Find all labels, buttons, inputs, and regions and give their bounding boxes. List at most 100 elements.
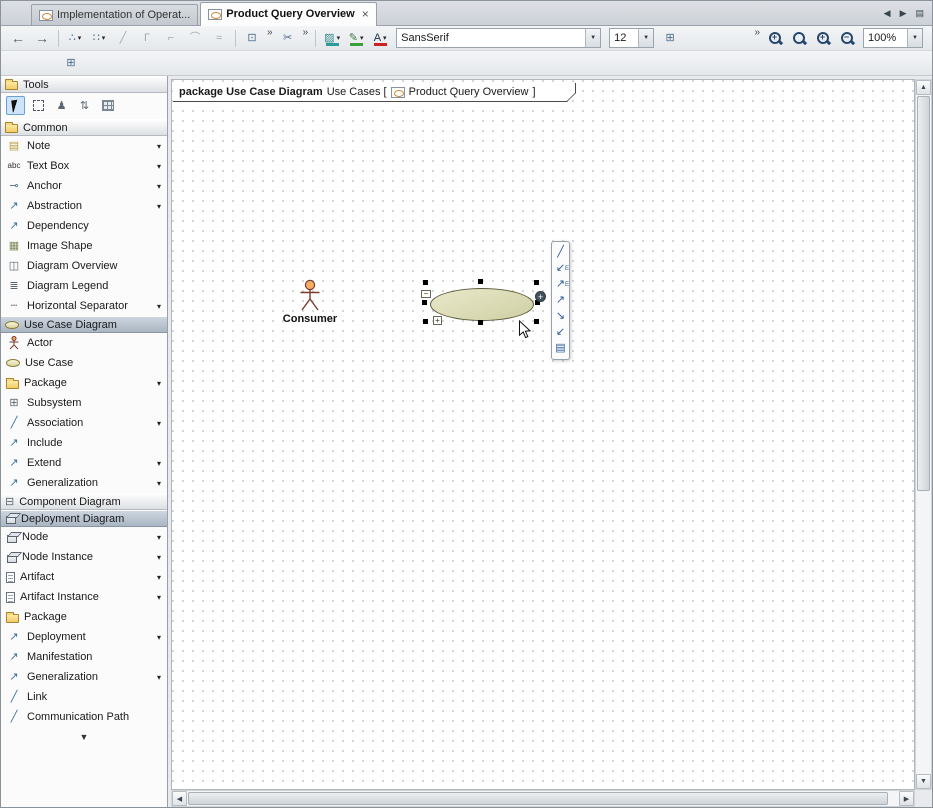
font-color-button[interactable]: A▾ [369,28,391,49]
next-tab-button[interactable]: ▶ [900,8,907,19]
palette-item-dependency[interactable]: ↗Dependency [1,216,167,236]
palette-item-text-box[interactable]: abcText Box▾ [1,156,167,176]
scroll-up-button[interactable]: ▲ [916,80,931,95]
chevron-down-icon[interactable]: ▾ [157,182,164,191]
previous-tab-button[interactable]: ◀ [884,8,891,19]
chevron-down-icon[interactable]: ▾ [157,673,164,682]
quick-shape-button[interactable]: ∴▾ [64,28,86,49]
palette-item-use-case[interactable]: Use Case [1,353,167,373]
draw-dependency-button[interactable]: ↙ [554,326,567,339]
tab-list-button[interactable]: ▤ [915,8,924,19]
palette-section-component-diagram[interactable]: ⊟Component Diagram [1,493,167,510]
draw-generalization-button[interactable]: ↘ [554,310,567,323]
palette-item-package[interactable]: Package▾ [1,373,167,393]
resize-handle[interactable] [478,320,483,325]
palette-item-include[interactable]: ↗Include [1,433,167,453]
block-select-tool[interactable] [29,96,48,115]
horizontal-scrollbar-thumb[interactable] [188,792,888,805]
palette-item-actor[interactable]: Actor [1,333,167,353]
chevron-down-icon[interactable]: ▾ [157,142,164,151]
align-tool[interactable]: ⇅ [75,96,94,115]
back-button[interactable]: ← [7,28,29,49]
font-size-combo[interactable]: 12▼ [609,28,654,48]
actor-consumer[interactable]: Consumer [280,279,340,325]
quick-path-button[interactable]: ∷▾ [88,28,110,49]
palette-item-anchor[interactable]: ⊸Anchor▾ [1,176,167,196]
tab-product-query-overview[interactable]: Product Query Overview× [200,2,376,26]
overflow-chevron-icon[interactable]: » [303,26,309,38]
palette-item-abstraction[interactable]: ↗Abstraction▾ [1,196,167,216]
scroll-down-button[interactable]: ▼ [916,774,931,789]
zoom-fit-button[interactable] [788,28,810,49]
palette-item-deployment[interactable]: ↗Deployment▾ [1,627,167,647]
diagram-canvas[interactable]: package Use Case Diagram Use Cases [ Pro… [171,79,915,790]
palette-item-generalization[interactable]: ↗Generalization▾ [1,667,167,687]
make-same-size-button[interactable]: ⊡ [241,28,263,49]
palette-item-extend[interactable]: ↗Extend▾ [1,453,167,473]
scroll-left-button[interactable]: ◀ [172,791,187,806]
chevron-down-icon[interactable]: ▾ [157,302,164,311]
palette-scroll-down[interactable]: ▼ [1,727,167,742]
forward-button[interactable]: → [31,28,53,49]
palette-item-diagram-legend[interactable]: ≣Diagram Legend [1,276,167,296]
specification-button[interactable]: ▤ [554,342,567,355]
palette-section-use-case-diagram[interactable]: Use Case Diagram [1,316,167,333]
palette-item-note[interactable]: ▤Note▾ [1,136,167,156]
chevron-down-icon[interactable]: ▾ [157,162,164,171]
expand-handle[interactable]: + [433,316,442,325]
structure-view-button[interactable]: ⊞ [60,53,82,74]
chevron-down-icon[interactable]: ▾ [157,419,164,428]
chevron-down-icon[interactable]: ▾ [337,34,341,42]
chevron-down-icon[interactable]: ▾ [102,34,106,42]
draw-include-button[interactable]: ↙E [554,262,567,275]
palette-item-node-instance[interactable]: Node Instance▾ [1,547,167,567]
palette-item-diagram-overview[interactable]: ◫Diagram Overview [1,256,167,276]
overflow-chevron-icon[interactable]: » [267,26,273,38]
fill-color-button[interactable]: ▨▾ [321,28,343,49]
resize-handle[interactable] [423,280,428,285]
overflow-chevron-icon[interactable]: » [754,26,760,38]
chevron-down-icon[interactable]: ▾ [157,573,164,582]
draw-directed-association-button[interactable]: ↗ [554,294,567,307]
layout-tool[interactable] [98,96,117,115]
zoom-in-button[interactable]: + [764,28,786,49]
collapse-handle[interactable]: − [421,290,431,298]
chevron-down-icon[interactable]: ▼ [638,29,653,47]
zoom-combo[interactable]: 100%▼ [863,28,923,48]
select-tool[interactable] [6,96,25,115]
palette-item-package[interactable]: Package [1,607,167,627]
cut-button[interactable]: ✂ [277,28,299,49]
chevron-down-icon[interactable]: ▾ [360,34,364,42]
zoom-out-button[interactable]: − [836,28,858,49]
close-icon[interactable]: × [362,7,369,21]
palette-item-association[interactable]: ╱Association▾ [1,413,167,433]
palette-item-communication-path[interactable]: ╱Communication Path [1,707,167,727]
palette-item-manifestation[interactable]: ↗Manifestation [1,647,167,667]
resize-handle[interactable] [422,300,427,305]
palette-item-link[interactable]: ╱Link [1,687,167,707]
chevron-down-icon[interactable]: ▾ [157,379,164,388]
horizontal-scrollbar[interactable]: ◀ ▶ [171,790,915,807]
palette-item-subsystem[interactable]: ⊞Subsystem [1,393,167,413]
chevron-down-icon[interactable]: ▾ [157,553,164,562]
resize-handle[interactable] [534,319,539,324]
tab-implementation-of-operat[interactable]: Implementation of Operat... [31,4,198,25]
palette-section-deployment-diagram[interactable]: Deployment Diagram [1,510,167,527]
font-family-combo[interactable]: SansSerif▼ [396,28,601,48]
palette-item-artifact[interactable]: Artifact▾ [1,567,167,587]
chevron-down-icon[interactable]: ▾ [78,34,82,42]
chevron-down-icon[interactable]: ▾ [157,479,164,488]
zoom-region-button[interactable]: + [812,28,834,49]
chevron-down-icon[interactable]: ▾ [157,459,164,468]
chevron-down-icon[interactable]: ▾ [157,202,164,211]
chevron-down-icon[interactable]: ▾ [157,633,164,642]
chevron-down-icon[interactable]: ▾ [383,34,387,42]
chevron-down-icon[interactable]: ▼ [907,29,922,47]
draw-association-button[interactable]: ╱ [554,246,567,259]
palette-item-artifact-instance[interactable]: Artifact Instance▾ [1,587,167,607]
sticky-mode-tool[interactable]: ♟ [52,96,71,115]
format-painter-button[interactable]: ⊞ [659,28,681,49]
scroll-right-button[interactable]: ▶ [899,791,914,806]
chevron-down-icon[interactable]: ▾ [157,533,164,542]
palette-item-horizontal-separator[interactable]: ┄Horizontal Separator▾ [1,296,167,316]
